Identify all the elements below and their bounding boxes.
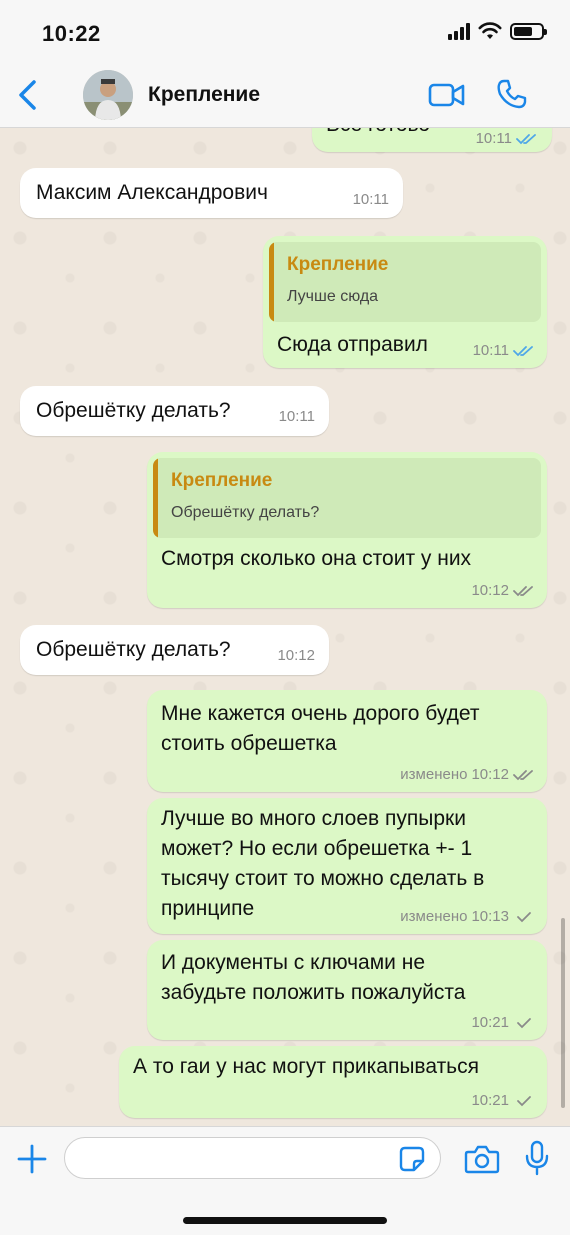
message-bubble-incoming[interactable]: Максим Александрович 10:11 xyxy=(20,168,403,218)
message-bubble-incoming[interactable]: Обрешётку делать? 10:11 xyxy=(20,386,329,436)
message-composer xyxy=(0,1126,570,1235)
chat-header: Крепление xyxy=(0,62,570,128)
battery-icon xyxy=(510,22,547,40)
reply-quote[interactable]: Крепление Обрешётку делать? xyxy=(153,458,541,538)
chat-messages[interactable]: Все готово 10:11 Максим Александрович 10… xyxy=(0,128,570,1126)
quote-author: Крепление xyxy=(287,254,389,275)
message-meta: 10:12 xyxy=(471,582,535,599)
read-ticks-icon xyxy=(513,345,533,356)
message-time: 10:11 xyxy=(472,342,509,359)
read-ticks-icon xyxy=(516,133,536,144)
message-bubble-outgoing[interactable]: А то гаи у нас могут прикапываться 10:21 xyxy=(119,1046,547,1118)
message-text-line: забудьте положить пожалуйста xyxy=(161,981,466,1004)
message-meta: 10:11 xyxy=(353,191,389,208)
quote-text: Лучше сюда xyxy=(287,288,379,305)
message-bubble-outgoing[interactable]: Все готово 10:11 xyxy=(312,128,552,152)
message-text-line: может? Но если обрешетка +- 1 xyxy=(161,837,473,860)
quote-text: Обрешётку делать? xyxy=(171,504,320,521)
message-bubble-outgoing[interactable]: И документы с ключами не забудьте положи… xyxy=(147,940,547,1040)
status-time: 10:22 xyxy=(42,21,101,46)
status-icons xyxy=(448,22,547,40)
avatar[interactable] xyxy=(83,70,133,120)
message-meta: 10:21 xyxy=(471,1092,535,1109)
video-call-icon[interactable] xyxy=(428,80,466,110)
message-meta: 10:11 xyxy=(473,342,535,359)
message-time: 10:11 xyxy=(352,191,389,208)
message-text-line: принципе xyxy=(161,897,255,920)
message-bubble-outgoing[interactable]: Крепление Обрешётку делать? Смотря сколь… xyxy=(147,452,547,608)
message-time: 10:11 xyxy=(278,408,315,425)
quote-bar xyxy=(269,242,274,322)
message-time: 10:21 xyxy=(471,1014,509,1031)
quote-author: Крепление xyxy=(171,470,273,491)
message-bubble-outgoing[interactable]: Мне кажется очень дорого будет стоить об… xyxy=(147,690,547,792)
message-text-line: И документы с ключами не xyxy=(161,951,426,974)
message-meta: изменено 10:13 xyxy=(400,908,535,925)
message-meta: 10:11 xyxy=(476,130,538,147)
phone-call-icon[interactable] xyxy=(496,78,528,110)
message-meta: 10:21 xyxy=(471,1014,535,1031)
home-indicator[interactable] xyxy=(183,1217,387,1224)
message-meta: изменено 10:12 xyxy=(400,766,535,783)
sticker-icon[interactable] xyxy=(398,1145,426,1173)
sent-tick-icon xyxy=(517,1095,531,1106)
delivered-ticks-icon xyxy=(513,585,533,596)
message-text: Обрешётку делать? xyxy=(36,399,231,422)
message-time: 10:12 xyxy=(471,766,509,783)
message-time: 10:12 xyxy=(277,647,315,664)
message-time: 10:13 xyxy=(471,908,509,925)
message-text-line: Лучше во много слоев пупырки xyxy=(161,807,466,830)
wifi-icon xyxy=(478,22,502,39)
message-time: 10:11 xyxy=(475,130,512,147)
microphone-icon[interactable] xyxy=(524,1140,550,1176)
sent-tick-icon xyxy=(517,911,531,922)
reply-quote[interactable]: Крепление Лучше сюда xyxy=(269,242,541,322)
message-text: Обрешётку делать? xyxy=(36,638,231,661)
sent-tick-icon xyxy=(517,1017,531,1028)
message-time: 10:12 xyxy=(471,582,509,599)
message-meta: 10:11 xyxy=(279,408,315,425)
edited-label: изменено xyxy=(400,908,468,925)
message-text: Смотря сколько она стоит у них xyxy=(161,547,472,570)
message-text: А то гаи у нас могут прикапываться xyxy=(133,1055,479,1078)
message-bubble-incoming[interactable]: Обрешётку делать? 10:12 xyxy=(20,625,329,675)
message-text-line: стоить обрешетка xyxy=(161,732,337,755)
edited-label: изменено xyxy=(400,766,468,783)
signal-icon xyxy=(448,22,470,40)
message-bubble-outgoing[interactable]: Лучше во много слоев пупырки может? Но е… xyxy=(147,798,547,934)
quote-bar xyxy=(153,458,158,538)
delivered-ticks-icon xyxy=(513,769,533,780)
status-bar: 10:22 xyxy=(0,0,570,62)
scrollbar[interactable] xyxy=(561,918,565,1108)
back-chevron-icon[interactable] xyxy=(14,78,42,112)
message-text: Все готово xyxy=(326,128,430,140)
message-text: Максим Александрович xyxy=(36,181,268,204)
message-input[interactable] xyxy=(64,1137,441,1179)
message-text-line: тысячу стоит то можно сделать в xyxy=(161,867,485,890)
message-text: Сюда отправил xyxy=(277,333,428,356)
message-time: 10:21 xyxy=(471,1092,509,1109)
contact-name[interactable]: Крепление xyxy=(148,83,260,107)
plus-icon[interactable] xyxy=(16,1143,48,1175)
camera-icon[interactable] xyxy=(464,1143,500,1175)
message-bubble-outgoing[interactable]: Крепление Лучше сюда Сюда отправил 10:11 xyxy=(263,236,547,368)
message-text-line: Мне кажется очень дорого будет xyxy=(161,702,480,725)
message-meta: 10:12 xyxy=(277,647,315,664)
